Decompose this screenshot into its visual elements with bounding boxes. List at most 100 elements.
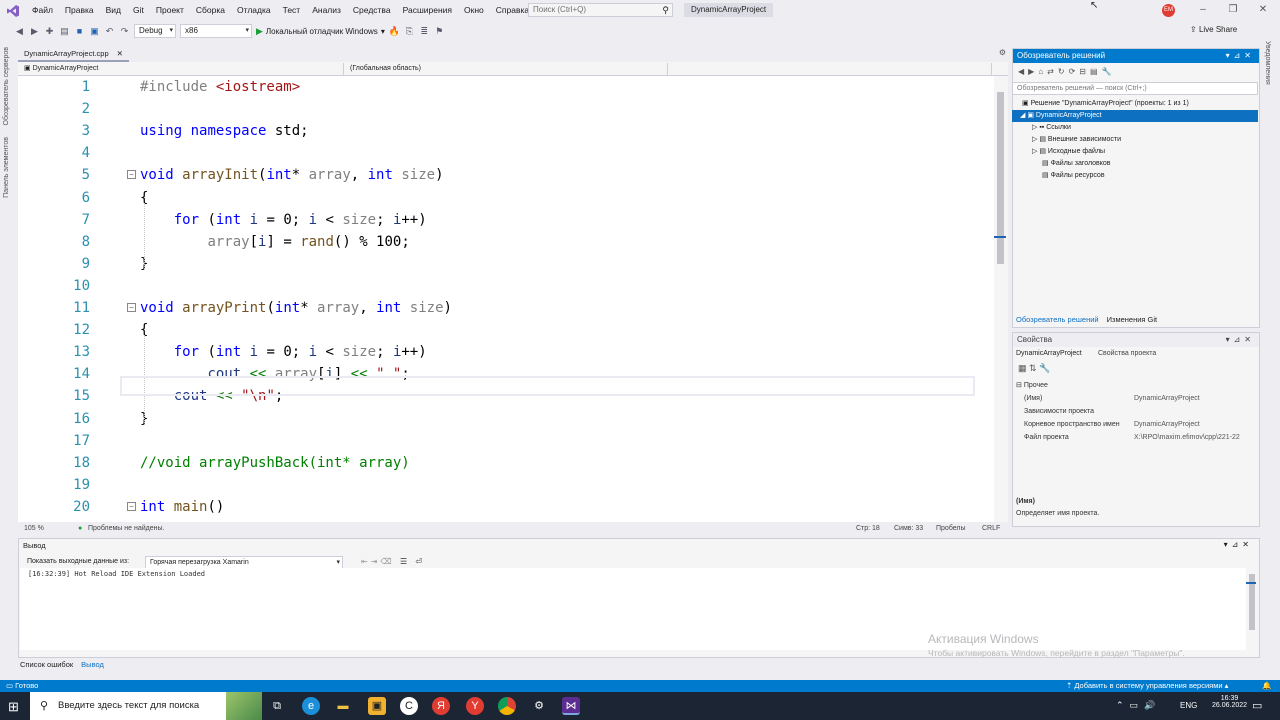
tab-options-icon[interactable]: ⚙ — [999, 48, 1006, 57]
notifications-tab[interactable]: Уведомления — [1264, 41, 1271, 85]
alphabetical-icon[interactable]: ⇅ — [1029, 363, 1037, 373]
menu-item[interactable]: Расширения — [397, 0, 458, 21]
taskbar-search-input[interactable]: ⚲ Введите здесь текст для поиска — [30, 692, 262, 720]
tray-icons[interactable]: ⌃▭🔊 — [1116, 700, 1161, 711]
code-line[interactable]: 2 — [18, 98, 994, 120]
nav-member-select[interactable] — [670, 63, 992, 75]
tree-source-files[interactable]: ▷ ▤ Исходные файлы — [1012, 146, 1258, 158]
file-explorer-icon[interactable]: ▬ — [334, 697, 352, 715]
code-line[interactable]: 18 //void arrayPushBack(int* array) — [18, 452, 994, 474]
clock[interactable]: 16:39 26.06.2022 — [1212, 695, 1247, 709]
tab-solution-explorer[interactable]: Обозреватель решений — [1016, 313, 1099, 327]
fold-toggle-icon[interactable]: − — [127, 501, 136, 511]
tree-solution[interactable]: ▣ Решение "DynamicArrayProject" (проекты… — [1012, 98, 1258, 110]
store-icon[interactable]: ▣ — [368, 697, 386, 715]
property-pages-icon[interactable]: 🔧 — [1039, 363, 1050, 373]
tree-header-files[interactable]: ▤ Файлы заголовков — [1012, 158, 1258, 170]
refresh-icon[interactable]: ⟳ — [1069, 67, 1076, 76]
property-row[interactable]: Файл проекта X:\RPO\maxim.efimov\cpp\221-… — [1012, 432, 1258, 444]
start-debug-button[interactable]: ▶ Локальный отладчик Windows ▾ — [256, 26, 385, 37]
comment-icon[interactable]: ≣ — [419, 26, 430, 37]
language-indicator[interactable]: ENG — [1180, 701, 1197, 710]
code-line[interactable]: 9} — [18, 253, 994, 275]
fold-toggle-icon[interactable]: − — [127, 170, 136, 180]
config-select[interactable]: Debug — [134, 24, 176, 38]
tree-references[interactable]: ▷ ▪▪ Ссылки — [1012, 122, 1258, 134]
home-icon[interactable]: ⌂ — [1038, 67, 1043, 76]
chrome-icon[interactable] — [498, 697, 516, 715]
menu-item[interactable]: Анализ — [306, 0, 347, 21]
tab-git-changes[interactable]: Изменения Git — [1107, 313, 1158, 327]
code-line[interactable]: 20 − int main() — [18, 496, 994, 518]
windows-start-icon[interactable]: ⊞ — [8, 699, 19, 715]
add-to-source-control-button[interactable]: ⇡ Добавить в систему управления версиями… — [1066, 680, 1228, 692]
code-line[interactable]: 12{ — [18, 319, 994, 341]
menu-item[interactable]: Файл — [26, 0, 59, 21]
save-icon[interactable]: ■ — [74, 26, 85, 36]
code-line[interactable]: 4 — [18, 142, 994, 164]
app-icon[interactable]: C — [400, 697, 418, 715]
menu-item[interactable]: Проект — [150, 0, 190, 21]
property-row[interactable]: Корневое пространство имен DynamicArrayPr… — [1012, 419, 1258, 431]
menu-item[interactable]: Сборка — [190, 0, 231, 21]
property-row[interactable]: (Имя) DynamicArrayProject — [1012, 393, 1258, 405]
avatar[interactable]: EM — [1162, 4, 1175, 17]
close-button[interactable]: ✕ — [1252, 2, 1274, 18]
properties-category[interactable]: ⊟ Прочее — [1012, 380, 1258, 392]
task-view-icon[interactable]: ⧉ — [268, 697, 286, 715]
bookmark-icon[interactable]: ⎘ — [404, 26, 415, 37]
property-row[interactable]: Зависимости проекта — [1012, 406, 1258, 418]
switch-views-icon[interactable]: ⇄ — [1047, 67, 1054, 76]
maximize-button[interactable]: ❐ — [1222, 2, 1244, 18]
tab-error-list[interactable]: Список ошибок — [20, 660, 73, 672]
code-line[interactable]: 16} — [18, 408, 994, 430]
bookmark-flag-icon[interactable]: ⚑ — [434, 26, 445, 37]
code-line[interactable]: 17 — [18, 430, 994, 452]
show-all-icon[interactable]: ▤ — [1090, 67, 1098, 76]
problems-status[interactable]: Проблемы не найдены. — [88, 522, 164, 535]
code-line[interactable]: 19 — [18, 474, 994, 496]
code-line[interactable]: 7 for (int i = 0; i < size; i++) — [18, 209, 994, 231]
code-line[interactable]: 3 using namespace std; — [18, 120, 994, 142]
settings-app-icon[interactable]: ⚙ — [530, 697, 548, 715]
save-all-icon[interactable]: ▣ — [89, 26, 100, 37]
menu-item[interactable]: Вид — [100, 0, 127, 21]
redo-icon[interactable]: ↷ — [119, 26, 130, 37]
close-tab-icon[interactable]: ✕ — [117, 48, 123, 60]
platform-select[interactable]: x86 — [180, 24, 252, 38]
code-line[interactable]: 1 #include <iostream> — [18, 76, 994, 98]
notifications-icon[interactable]: 🔔 — [1262, 680, 1271, 692]
menu-item[interactable]: Отладка — [231, 0, 277, 21]
clear-icon[interactable]: ⌫ — [380, 557, 394, 566]
output-window-buttons[interactable]: ▾⊿✕ — [1224, 540, 1253, 549]
clear-all-icon[interactable]: ☰ — [400, 557, 410, 566]
minimize-button[interactable]: – — [1192, 2, 1214, 18]
editor-scroll-thumb[interactable] — [997, 92, 1004, 264]
tab-output[interactable]: Вывод — [81, 660, 104, 672]
properties-icon[interactable]: 🔧 — [1102, 67, 1112, 76]
code-line[interactable]: 10 — [18, 275, 994, 297]
yandex-browser-icon[interactable]: Y — [466, 697, 484, 715]
zoom-select[interactable]: 105 % — [24, 522, 44, 535]
solution-search-input[interactable]: Обозреватель решений — поиск (Ctrl+;) — [1012, 82, 1258, 95]
action-center-icon[interactable]: ▭ — [1252, 699, 1262, 712]
collapse-icon[interactable]: ⊟ — [1079, 67, 1086, 76]
undo-icon[interactable]: ↶ — [104, 26, 115, 37]
back-icon[interactable]: ◀ — [1018, 67, 1024, 76]
forward-icon[interactable]: ▶ — [29, 26, 40, 37]
code-line[interactable]: 8 array[i] = rand() % 100; — [18, 231, 994, 253]
search-input[interactable]: Поиск (Ctrl+Q) ⚲ — [528, 3, 673, 17]
yandex-icon[interactable]: Я — [432, 697, 450, 715]
visual-studio-icon[interactable]: ⋈ — [562, 697, 580, 715]
document-tab[interactable]: DynamicArrayProject.cpp ✕ — [18, 48, 129, 62]
menu-item[interactable]: Правка — [59, 0, 100, 21]
menu-item[interactable]: Средства — [347, 0, 397, 21]
output-text-area[interactable]: [16:32:39] Hot Reload IDE Extension Load… — [20, 568, 1246, 650]
code-line[interactable]: 11− void arrayPrint(int* array, int size) — [18, 297, 994, 319]
menu-item[interactable]: Git — [127, 0, 150, 21]
code-line[interactable]: 5 − void arrayInit(int* array, int size) — [18, 164, 994, 186]
new-item-icon[interactable]: ✚ — [44, 26, 55, 37]
code-line[interactable]: 13 for (int i = 0; i < size; i++) — [18, 341, 994, 363]
edge-icon[interactable]: e — [302, 697, 320, 715]
code-line[interactable]: 6{ — [18, 187, 994, 209]
